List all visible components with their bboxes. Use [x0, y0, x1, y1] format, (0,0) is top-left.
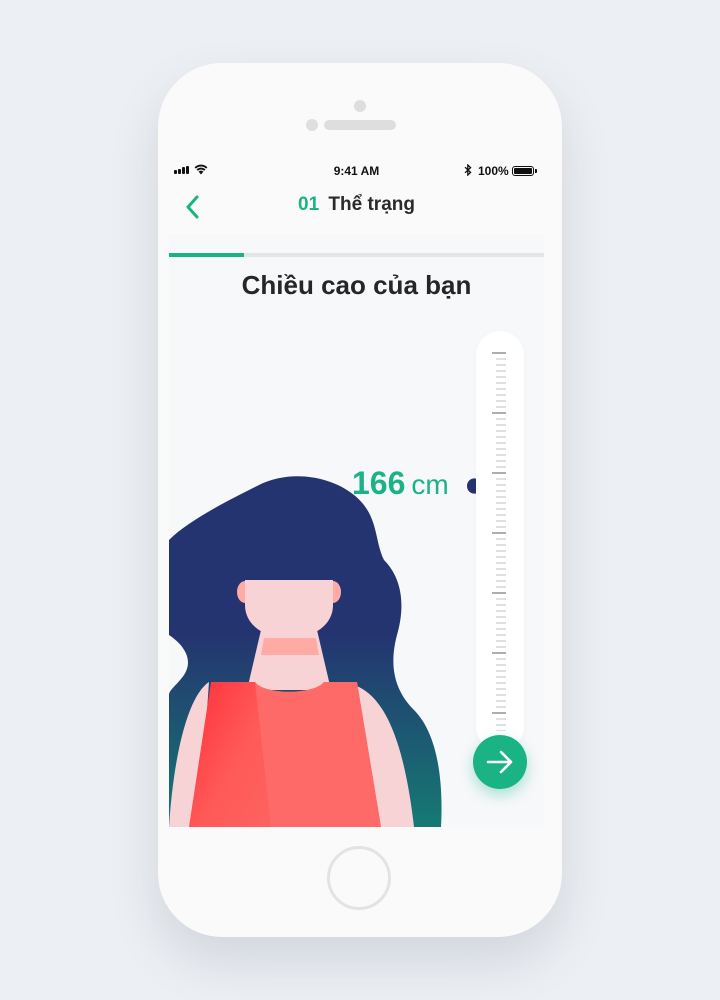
- page-title: 01 Thể trạng: [169, 194, 544, 216]
- next-button[interactable]: [473, 735, 527, 789]
- battery-icon: [512, 166, 534, 176]
- height-value: 166: [352, 465, 406, 501]
- battery-percentage: 100%: [478, 164, 509, 178]
- front-sensor: [354, 100, 366, 112]
- front-camera: [306, 119, 318, 131]
- arrow-right-icon: [486, 750, 513, 774]
- height-ruler[interactable]: [476, 331, 524, 751]
- bluetooth-icon: [464, 164, 472, 176]
- earpiece-speaker: [324, 120, 396, 130]
- nav-bar: 01 Thể trạng: [169, 182, 544, 257]
- home-button[interactable]: [327, 846, 391, 910]
- step-progress-bar: [169, 253, 544, 257]
- ruler-ticks: [492, 352, 506, 731]
- question-heading: Chiều cao của bạn: [241, 270, 472, 300]
- step-number: 01: [298, 194, 320, 215]
- battery-cap: [535, 169, 537, 173]
- status-bar: 9:41 AM 100%: [169, 160, 544, 182]
- screen: 9:41 AM 100% 01 Thể trạng Chiều cao của: [169, 160, 544, 827]
- height-readout: 166 cm: [352, 465, 449, 502]
- step-progress-fill: [169, 253, 244, 257]
- step-title: Thể trạng: [328, 194, 415, 215]
- height-unit: cm: [411, 469, 449, 500]
- woman-illustration: [169, 476, 442, 827]
- phone-frame: 9:41 AM 100% 01 Thể trạng Chiều cao của: [158, 63, 562, 937]
